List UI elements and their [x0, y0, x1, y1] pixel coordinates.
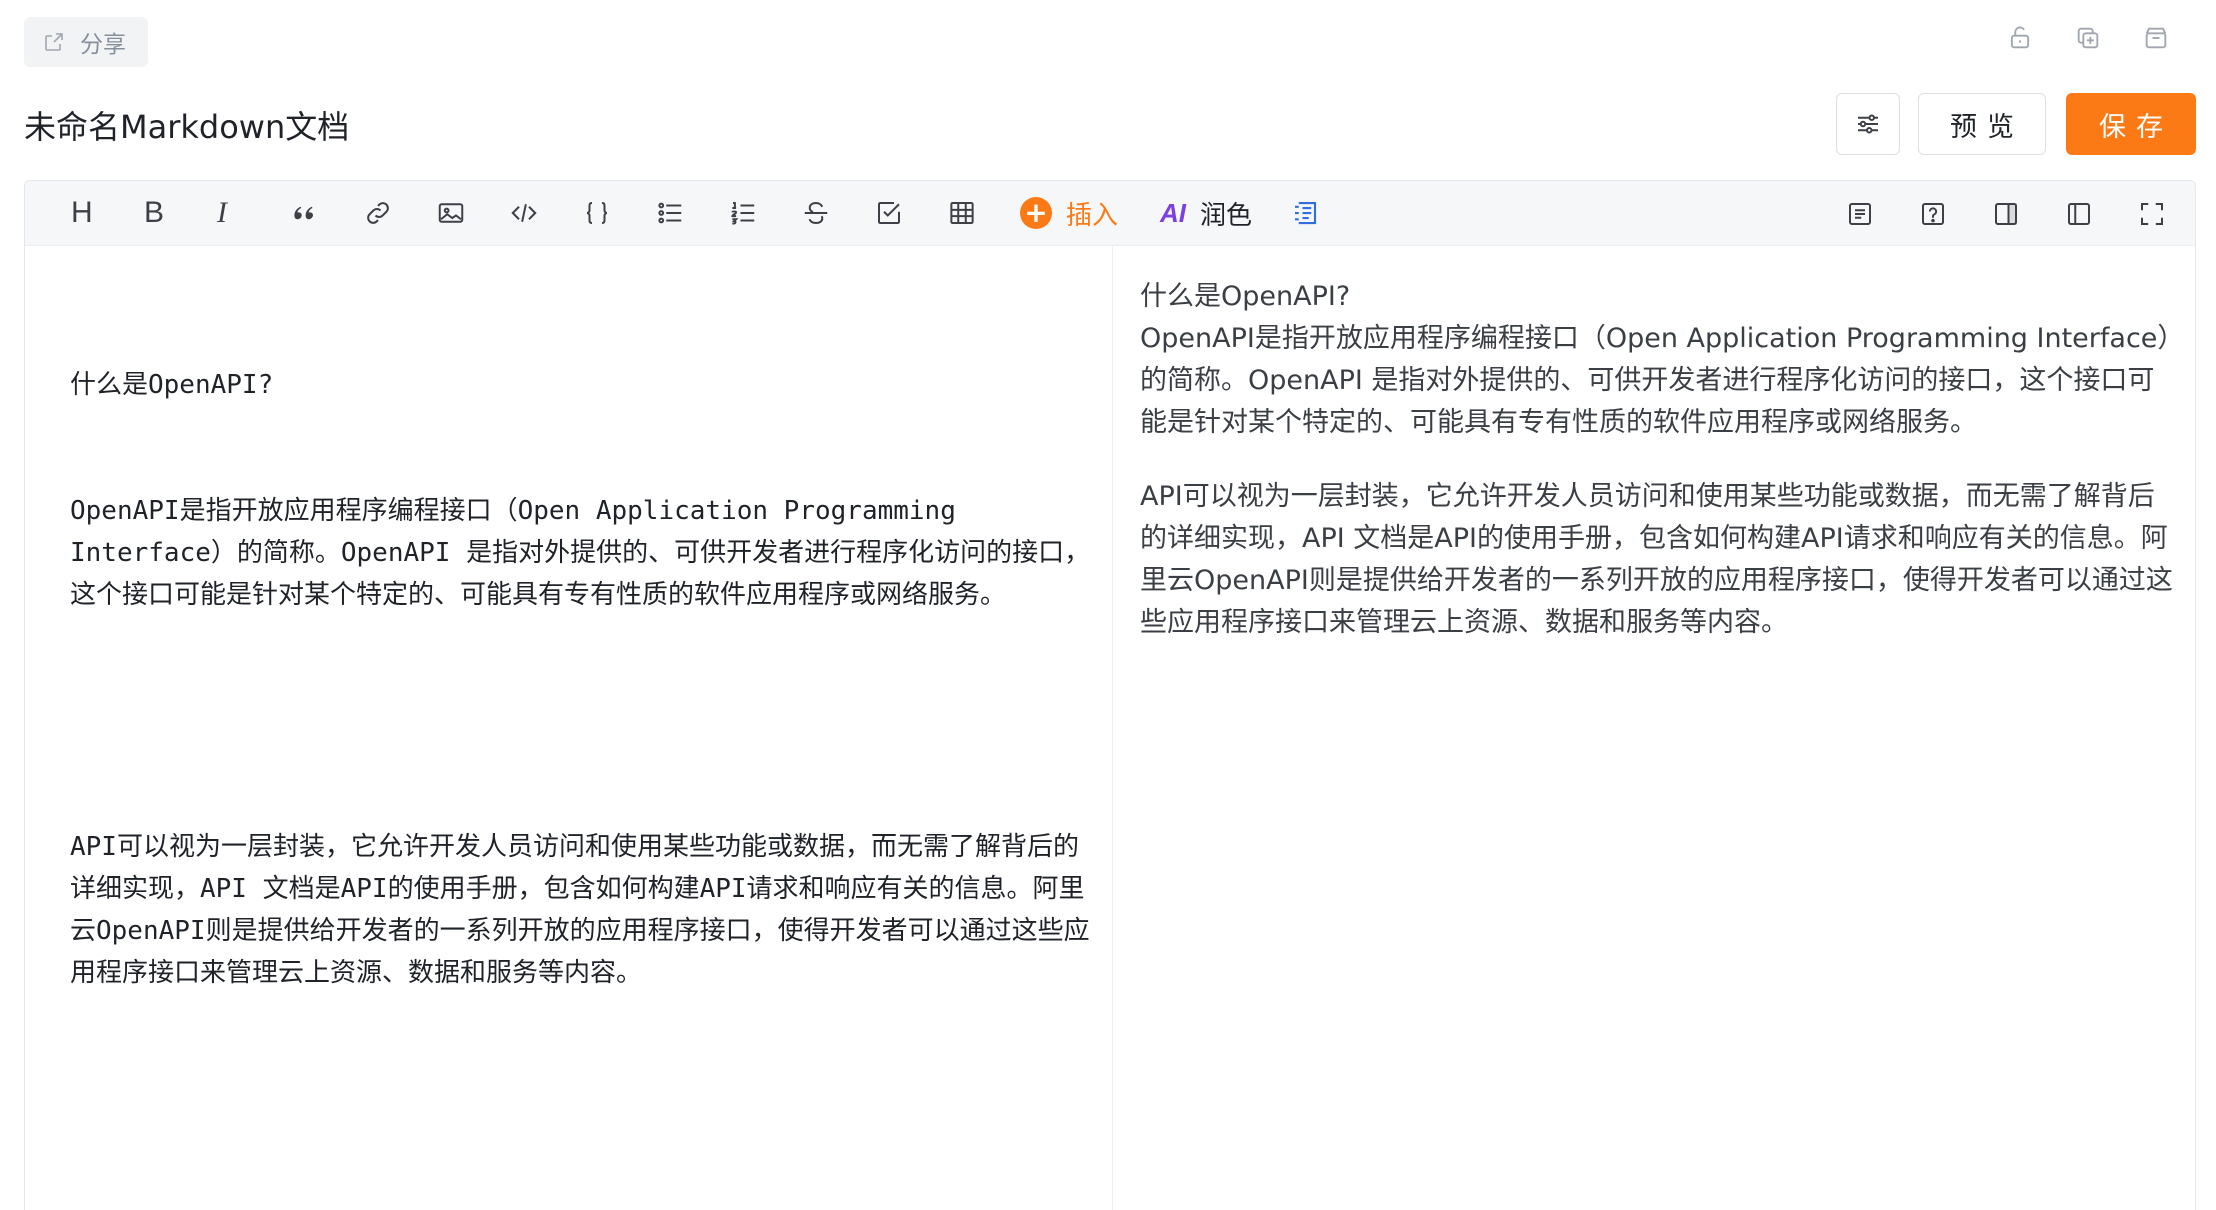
fullscreen-button[interactable]: [2137, 194, 2167, 234]
help-icon: [1922, 202, 1944, 225]
bullet-list-button[interactable]: [655, 193, 728, 233]
italic-button[interactable]: I: [217, 193, 290, 233]
right-panel-icon: [1995, 202, 2017, 225]
toc-button[interactable]: [1845, 194, 1875, 234]
preview-line: 什么是OpenAPI?: [1140, 281, 1351, 312]
preview-paragraph: API可以视为一层封装，它允许开发人员访问和使用某些功能或数据，而无需了解背后的…: [1140, 481, 2173, 638]
checkbox-icon: [878, 202, 900, 224]
insert-label: 插入: [1066, 200, 1119, 231]
editor-panes: 什么是OpenAPI? OpenAPI是指开放应用程序编程接口（Open App…: [25, 246, 2195, 1210]
share-button[interactable]: 分享: [24, 17, 148, 67]
toolbar-right: [1845, 181, 2167, 246]
braces-icon: [586, 202, 608, 224]
editor-toolbar: H B I + 插入 AI 润色: [25, 181, 2195, 246]
quote-button[interactable]: [290, 193, 363, 233]
checklist-button[interactable]: [874, 193, 947, 233]
source-pane[interactable]: 什么是OpenAPI? OpenAPI是指开放应用程序编程接口（Open App…: [25, 246, 1113, 1210]
archive-icon[interactable]: [2142, 24, 2170, 52]
strikethrough-icon: [804, 201, 828, 225]
unlock-icon[interactable]: [2006, 24, 2034, 52]
share-label: 分享: [80, 32, 126, 58]
preview-pane: 什么是OpenAPI? OpenAPI是指开放应用程序编程接口（Open App…: [1113, 246, 2195, 1210]
settings-button[interactable]: [1836, 93, 1900, 155]
code-icon: [511, 204, 537, 222]
link-icon: [367, 202, 389, 224]
help-button[interactable]: [1918, 194, 1948, 234]
preview-only-button[interactable]: [1991, 194, 2021, 234]
save-button[interactable]: 保存: [2066, 93, 2196, 155]
document-title[interactable]: 未命名Markdown文档: [24, 102, 349, 148]
preview-button[interactable]: 预览: [1918, 93, 2046, 155]
editor-only-button[interactable]: [2064, 194, 2094, 234]
sliders-icon: [1858, 114, 1878, 134]
markdown-editor: H B I + 插入 AI 润色 什么是OpenAPI? OpenAPI是指开放…: [24, 180, 2196, 1210]
ai-polish-button[interactable]: AI 润色: [1160, 195, 1290, 232]
source-line: OpenAPI是指开放应用程序编程接口（Open Application Pro…: [70, 496, 1091, 610]
heading-icon: H: [71, 196, 93, 229]
image-button[interactable]: [436, 193, 509, 233]
ordered-list-button[interactable]: [728, 193, 801, 233]
polish-label: 润色: [1200, 200, 1253, 231]
left-panel-icon: [2068, 202, 2090, 225]
source-line: API可以视为一层封装，它允许开发人员访问和使用某些功能或数据，而无需了解背后的…: [70, 832, 1090, 988]
share-icon: [45, 33, 63, 51]
ordered-list-icon: [731, 202, 755, 225]
table-icon: [950, 202, 974, 224]
source-line: 什么是OpenAPI?: [70, 370, 274, 400]
image-icon: [438, 203, 464, 223]
code-block-button[interactable]: [582, 193, 655, 233]
outline-button[interactable]: [1290, 193, 1363, 233]
markdown-source[interactable]: 什么是OpenAPI? OpenAPI是指开放应用程序编程接口（Open App…: [70, 280, 1092, 1078]
link-button[interactable]: [363, 193, 436, 233]
outline-icon: [1295, 201, 1317, 225]
document-icon: [1849, 202, 1871, 225]
copy-icon[interactable]: [2074, 24, 2102, 52]
bold-icon: B: [144, 196, 165, 229]
plus-icon: +: [1020, 197, 1052, 229]
quote-icon: [294, 206, 313, 220]
ai-icon: AI: [1160, 197, 1186, 228]
table-button[interactable]: [947, 193, 1020, 233]
heading-button[interactable]: H: [71, 193, 144, 233]
fullscreen-icon: [2141, 202, 2163, 225]
bullet-list-icon: [658, 202, 682, 224]
italic-icon: I: [217, 196, 227, 229]
preview-paragraph: OpenAPI是指开放应用程序编程接口（Open Application Pro…: [1140, 323, 2171, 438]
strikethrough-button[interactable]: [801, 193, 874, 233]
insert-button[interactable]: + 插入: [1020, 195, 1160, 232]
top-actions: [2006, 24, 2170, 52]
bold-button[interactable]: B: [144, 193, 217, 233]
code-button[interactable]: [509, 193, 582, 233]
markdown-preview: 什么是OpenAPI? OpenAPI是指开放应用程序编程接口（Open App…: [1140, 276, 2175, 644]
